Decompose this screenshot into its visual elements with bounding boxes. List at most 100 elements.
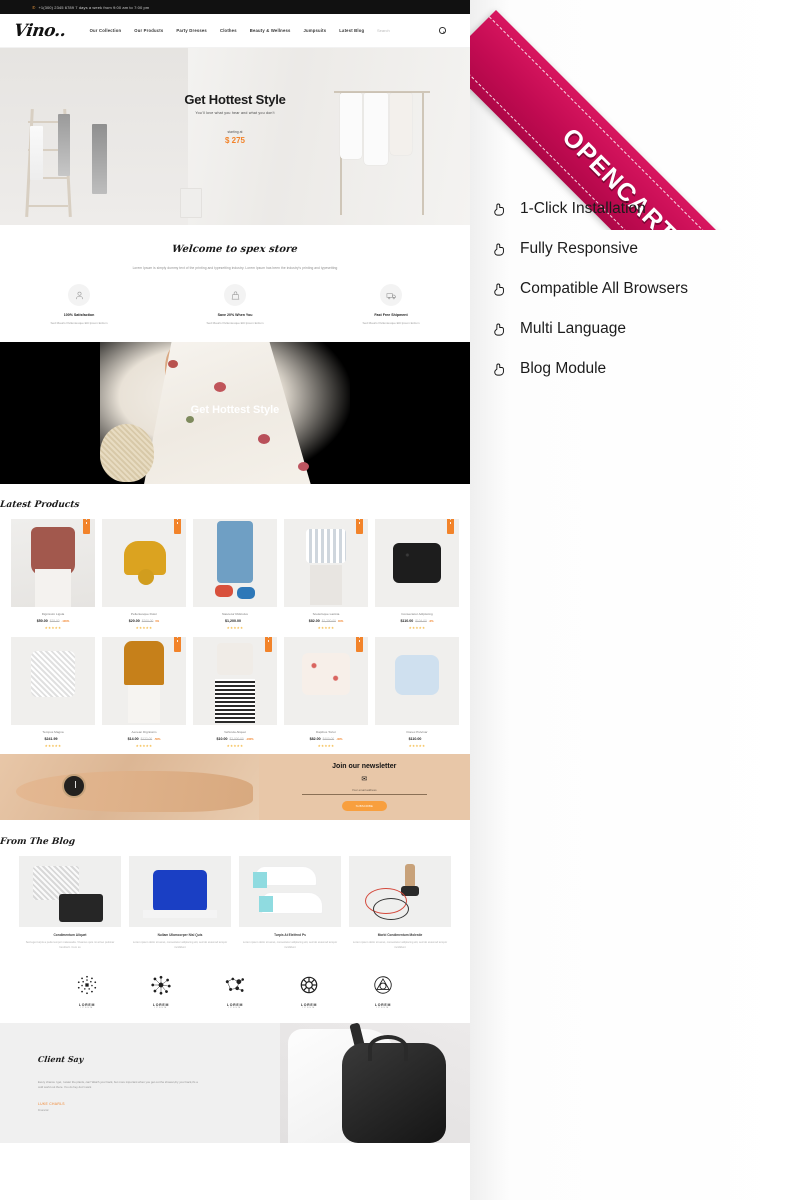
blog-post-image[interactable] (239, 855, 341, 927)
topbar-contact: ✆ +1(300) 2345 6789 7 days a week from 9… (8, 5, 149, 10)
product-card[interactable]: Dapibus Tortor $82.00 $400.00 -40% ★★★★★ (284, 636, 368, 748)
blog-post-card[interactable]: Nullam Ullamcorper Nisl Quis Lorem ipsum… (129, 855, 231, 950)
dress-flower (298, 461, 309, 471)
product-image[interactable] (193, 636, 277, 725)
nav-item-our-products[interactable]: Our Products (134, 28, 163, 33)
product-image[interactable] (102, 636, 186, 725)
product-price: $82.00 $1,200.00 40% (308, 618, 344, 623)
dress-flower (258, 433, 270, 444)
newsletter-email-input[interactable]: Your email address (301, 788, 427, 795)
product-old-price: $400.00 (322, 736, 335, 741)
product-image[interactable] (284, 636, 368, 725)
search-icon[interactable] (439, 27, 446, 34)
hero-subtitle: You'll love what you hear and what you d… (195, 111, 275, 115)
nav-item-party-dresses[interactable]: Party Dresses (176, 28, 207, 33)
testimonial-section: Client Say Every chance I get, I water t… (0, 1023, 470, 1144)
product-name: Vehicula Aliquet (224, 729, 246, 734)
product-price: $10.00 $2,000.00 -100% (216, 736, 254, 741)
brand-item[interactable]: LOREM IPSUM (212, 974, 258, 1009)
product-card[interactable]: Scelerisque Lacinia $82.00 $1,200.00 40% ★… (284, 518, 368, 630)
product-image[interactable] (375, 518, 459, 607)
main-navigation: Our Collection Our Products Party Dresse… (90, 28, 365, 33)
product-card[interactable]: Aenean Dignissim $14.00 $122.00 -50% ★★★★★ (102, 636, 186, 748)
product-image[interactable] (284, 518, 368, 607)
blog-post-title: Condimentum Aliquet (53, 932, 87, 937)
dress-flower (186, 415, 194, 423)
product-name: Consectetur Adipiscing (401, 611, 433, 616)
blog-post-image[interactable] (349, 855, 451, 927)
feature-label: Compatible All Browsers (520, 280, 688, 297)
feature-list-item: Compatible All Browsers (492, 269, 792, 309)
product-row: Tempus Magna $241.99 ★★★★★ Aenean Dignis… (0, 636, 470, 748)
blog-post-image[interactable] (19, 855, 121, 927)
feature-list-item: Blog Module (492, 349, 792, 389)
product-rating: ★★★★★ (135, 743, 153, 748)
sale-tag (356, 636, 363, 652)
network-nodes-logo (225, 977, 245, 993)
feature-title: Fast Free Shipment (374, 313, 408, 317)
blog-post-title: Morbi Condimentum Molestie (377, 932, 423, 937)
nav-item-latest-blog[interactable]: Latest Blog (339, 28, 364, 33)
testimonial-image (280, 1023, 470, 1144)
pointing-hand-icon (494, 243, 504, 256)
pointing-hand-icon (494, 203, 504, 216)
sale-tag (174, 518, 181, 534)
product-old-price: $25.00 (49, 618, 60, 623)
molecule-burst-logo (151, 975, 171, 995)
brand-sub: IPSUM (302, 1007, 316, 1010)
search-input[interactable]: Search (377, 28, 421, 33)
site-logo[interactable]: Vino.. (13, 21, 67, 41)
product-name: Scelerisque Lacinia (312, 611, 340, 616)
site-header: Vino.. Our Collection Our Products Party… (0, 14, 470, 48)
subscribe-button[interactable]: SUBSCRIBE (341, 800, 387, 811)
product-discount: -40% (336, 737, 343, 741)
nav-item-jumpsuits[interactable]: Jumpsuits (304, 28, 327, 33)
product-card[interactable]: Consectetur Adipiscing $110.00 $104.00 -0%… (375, 518, 459, 630)
brand-sub: IPSUM (154, 1007, 168, 1010)
banner-straw-bag (100, 423, 154, 482)
product-rating: ★★★★★ (408, 743, 426, 748)
product-card[interactable]: Dignissim Ligula $50.00 $25.00 -100% ★★★★★ (11, 518, 95, 630)
product-old-price: $122.00 (140, 736, 153, 741)
blog-post-image[interactable] (129, 855, 231, 927)
pointing-hand-icon (494, 363, 504, 376)
blog-post-excerpt: Lorem ipsum dolor sit amet, consectetur … (242, 940, 338, 949)
feature-label: Fully Responsive (520, 240, 639, 257)
dress-flower (214, 381, 226, 392)
product-image[interactable] (375, 636, 459, 725)
product-card[interactable]: Tempus Magna $241.99 ★★★★★ (11, 636, 95, 748)
product-image[interactable] (11, 636, 95, 725)
brand-item[interactable]: LOREM IPSUM (64, 974, 110, 1009)
newsletter-image (0, 753, 259, 820)
header-search: Search (377, 27, 456, 34)
nav-item-clothes[interactable]: Clothes (220, 28, 237, 33)
brand-item[interactable]: LOREM IPSUM (360, 974, 406, 1009)
nav-item-beauty-wellness[interactable]: Beauty & Wellness (250, 28, 291, 33)
newsletter-form: Join our newsletter ✉ Your email address… (258, 753, 470, 820)
product-image[interactable] (102, 518, 186, 607)
product-image[interactable] (11, 518, 95, 607)
product-card[interactable]: Nascetur Ridiculus $1,200.00 ★★★★★ (193, 518, 277, 630)
blog-post-card[interactable]: Condimentum Aliquet Sed eget turpis a pe… (19, 855, 121, 950)
contact-text: +1(300) 2345 6789 7 days a week from 9:0… (38, 4, 150, 10)
brand-item[interactable]: LOREM IPSUM (138, 974, 184, 1009)
brand-item[interactable]: LOREM IPSUM (286, 974, 332, 1009)
product-image[interactable] (193, 518, 277, 607)
dotted-circle-logo (77, 975, 97, 995)
products-title: Latest Products (0, 499, 80, 510)
blog-post-card[interactable]: Turpis At Eleifend Ps Lorem ipsum dolor … (239, 855, 341, 950)
phone-icon: ✆ (32, 4, 36, 10)
product-discount: -50% (154, 737, 161, 741)
testimonial-title: Client Say (37, 1054, 84, 1065)
triangle-circle-logo (374, 976, 392, 994)
product-name: Dignissim Ligula (41, 611, 65, 616)
product-card[interactable]: Pellentesque Dolor $20.00 $200.00 0% ★★★★★ (102, 518, 186, 630)
testimonial-author: LUKE CHARLS (38, 1101, 65, 1106)
nav-item-our-collection[interactable]: Our Collection (90, 28, 122, 33)
blog-post-card[interactable]: Morbi Condimentum Molestie Lorem ipsum d… (349, 855, 451, 950)
product-card[interactable]: Vehicula Aliquet $10.00 $2,000.00 -100% ★★… (193, 636, 277, 748)
user-satisfaction-icon (68, 284, 90, 306)
feature-card: Save 20% When You Sed Mauris Pellentesqu… (183, 284, 287, 326)
pointing-hand-icon (494, 283, 504, 296)
product-card[interactable]: Donec Pulvinar $110.00 ★★★★★ (375, 636, 459, 748)
